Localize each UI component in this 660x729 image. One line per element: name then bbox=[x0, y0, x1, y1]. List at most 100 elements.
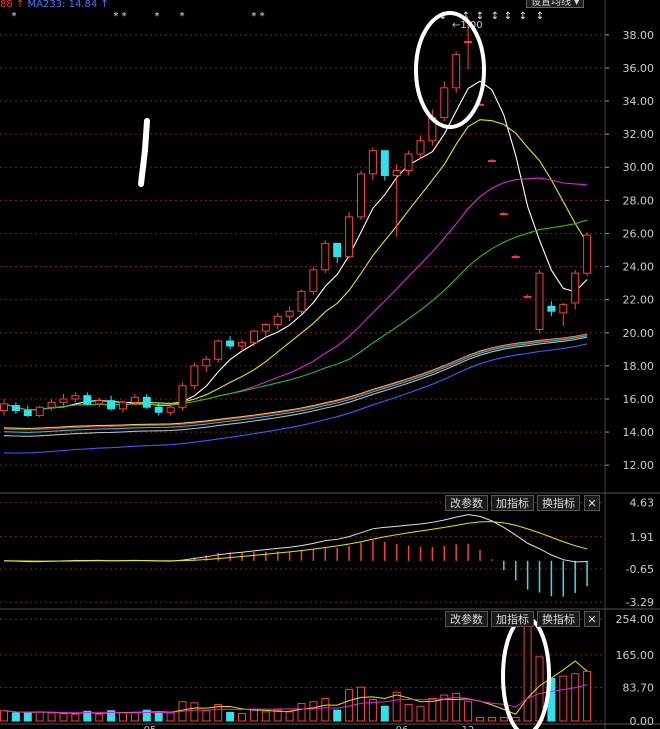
x-axis-label: 05 bbox=[144, 725, 157, 729]
macd-switch-indicator-button[interactable]: 换指标 bbox=[537, 495, 580, 511]
volume-bar bbox=[404, 704, 413, 722]
macd-tick-label: 4.63 bbox=[630, 497, 655, 510]
volume-bar bbox=[23, 712, 32, 722]
candle-body bbox=[214, 340, 223, 360]
candle-body bbox=[47, 401, 56, 408]
volume-tick-label: 254.00 bbox=[616, 613, 655, 626]
x-axis-label: 12 bbox=[462, 725, 475, 729]
volume-close-icon[interactable]: ✕ bbox=[584, 611, 600, 627]
candle-body bbox=[119, 401, 127, 410]
candle-body bbox=[333, 242, 342, 258]
volume-bar bbox=[464, 700, 473, 722]
candle-body bbox=[35, 406, 44, 417]
candle-body bbox=[297, 290, 306, 312]
ma-line bbox=[3, 336, 588, 437]
price-tick-label: 34.00 bbox=[623, 95, 655, 108]
candle-body bbox=[452, 54, 461, 89]
candle-body bbox=[142, 396, 151, 408]
candle-body bbox=[547, 305, 556, 312]
volume-tick-label: 0.00 bbox=[630, 715, 655, 728]
macd-dea-line bbox=[3, 521, 588, 562]
price-tick-label: 38.00 bbox=[623, 29, 655, 42]
volume-bar bbox=[416, 705, 425, 722]
volume-bar bbox=[487, 716, 496, 722]
candle-body bbox=[583, 234, 592, 274]
price-tick-label: 26.00 bbox=[623, 227, 655, 240]
volume-bar bbox=[71, 713, 80, 722]
volume-tick-label: 165.00 bbox=[616, 649, 655, 662]
candle-body bbox=[499, 213, 508, 216]
volume-change-params-button[interactable]: 改参数 bbox=[445, 611, 488, 627]
macd-dif-line bbox=[3, 514, 588, 563]
macd-tick-label: 1.91 bbox=[630, 531, 655, 544]
macd-tick-label: -3.29 bbox=[626, 596, 654, 609]
volume-bar bbox=[130, 712, 139, 722]
volume-bar bbox=[35, 711, 44, 722]
candle-body bbox=[202, 358, 211, 367]
event-marker: ↕ bbox=[491, 11, 499, 22]
volume-bar bbox=[238, 713, 246, 722]
candle-body bbox=[71, 395, 80, 400]
handwritten-stroke bbox=[138, 118, 150, 187]
ma-line bbox=[3, 177, 588, 411]
volume-bar bbox=[166, 712, 175, 722]
price-axis: 38.00 36.00 34.00 32.00 30.00 28.00 26.00 24.00… bbox=[605, 29, 654, 472]
macd-close-icon[interactable]: ✕ bbox=[584, 495, 600, 511]
candle-body bbox=[357, 173, 365, 218]
volume-bar bbox=[95, 713, 104, 722]
macd-add-indicator-button[interactable]: 加指标 bbox=[491, 495, 534, 511]
price-tick-label: 22.00 bbox=[623, 294, 655, 307]
candle-body bbox=[440, 87, 449, 119]
ma-line bbox=[3, 80, 588, 411]
candle-body bbox=[83, 395, 92, 405]
candle-body bbox=[178, 385, 187, 408]
ma-line bbox=[3, 343, 588, 454]
volume-bar bbox=[476, 716, 484, 722]
volume-bar bbox=[583, 670, 592, 722]
candle-body bbox=[416, 140, 425, 155]
event-marker: ↕ bbox=[519, 11, 527, 22]
volume-ma10-line bbox=[3, 684, 588, 714]
candle-body bbox=[571, 272, 580, 304]
price-tick-label: 32.00 bbox=[623, 128, 655, 141]
volume-bar bbox=[261, 711, 270, 722]
volume-bar bbox=[309, 701, 318, 722]
volume-bar bbox=[380, 705, 389, 722]
volume-bar bbox=[226, 711, 235, 722]
x-axis-labels: 05 06 12 bbox=[144, 725, 475, 729]
volume-bar bbox=[571, 673, 580, 722]
volume-bar bbox=[499, 716, 508, 722]
settings-ma-button[interactable]: 设置均线 ▾ bbox=[526, 0, 585, 8]
event-marker: * bbox=[180, 11, 185, 22]
volume-bar bbox=[190, 702, 199, 722]
candle-body bbox=[523, 295, 532, 298]
volume-bar bbox=[202, 710, 211, 722]
volume-bar bbox=[59, 713, 68, 722]
event-marker: ↕ bbox=[504, 11, 512, 22]
ma-line bbox=[3, 334, 588, 431]
macd-tick-label: -0.65 bbox=[626, 563, 654, 576]
volume-bar bbox=[523, 619, 532, 722]
candle-body bbox=[226, 340, 235, 347]
volume-bar bbox=[559, 675, 568, 722]
volume-bar bbox=[47, 712, 56, 722]
price-tick-label: 20.00 bbox=[623, 327, 655, 340]
candle-body bbox=[392, 170, 401, 177]
volume-bar bbox=[119, 711, 127, 722]
volume-switch-indicator-button[interactable]: 换指标 bbox=[537, 611, 580, 627]
event-marker: ↕ bbox=[536, 11, 544, 22]
volume-bar bbox=[297, 702, 306, 722]
ma-line bbox=[3, 119, 588, 411]
ma-prefix-value: 88 ↑ bbox=[0, 0, 25, 10]
candle-body bbox=[464, 40, 473, 43]
macd-change-params-button[interactable]: 改参数 bbox=[445, 495, 488, 511]
candle-body bbox=[11, 405, 20, 412]
price-tick-label: 14.00 bbox=[623, 426, 655, 439]
candle-body bbox=[190, 365, 199, 387]
volume-bar bbox=[11, 712, 20, 722]
event-marker: ↕ bbox=[476, 11, 484, 22]
ma-header: 88 ↑ MA233: 14.84 ↑ bbox=[0, 0, 109, 10]
candle-body bbox=[309, 269, 318, 292]
volume-bar bbox=[0, 710, 8, 722]
volume-add-indicator-button[interactable]: 加指标 bbox=[491, 611, 534, 627]
